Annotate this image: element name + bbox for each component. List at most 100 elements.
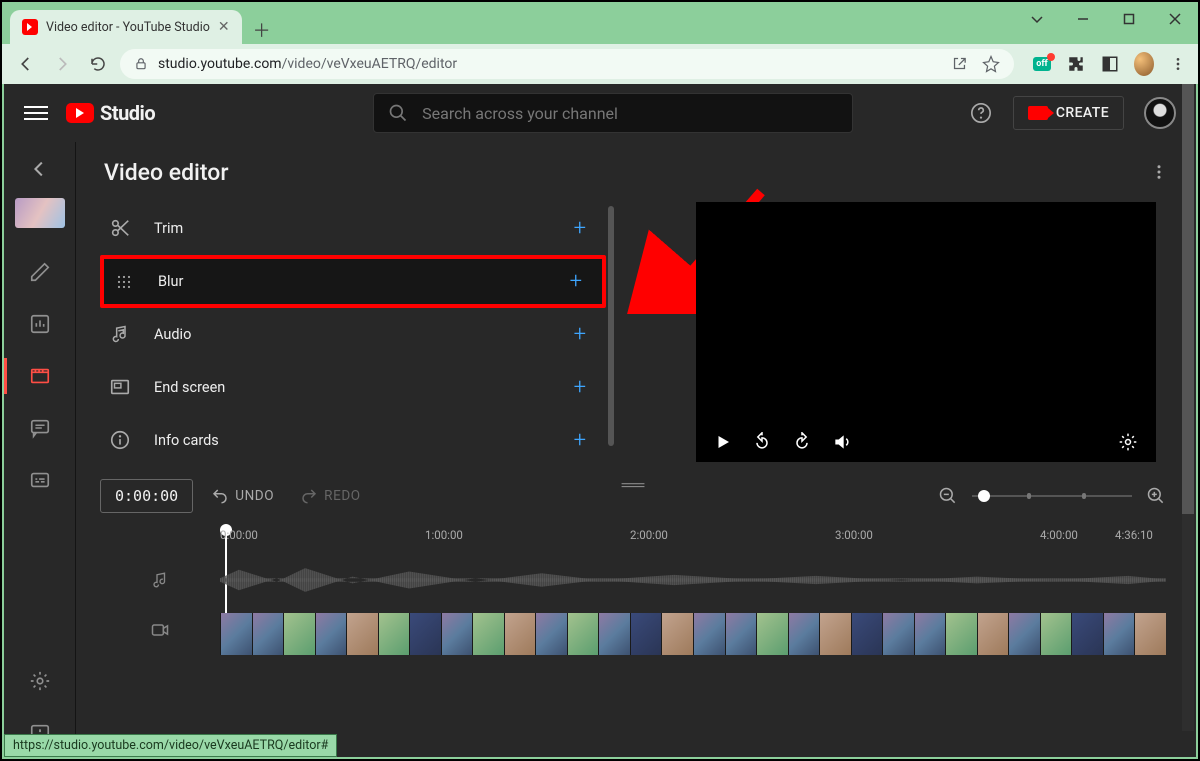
- rail-settings-icon[interactable]: [4, 657, 76, 705]
- rail-analytics-icon[interactable]: [4, 300, 76, 348]
- window-dropdown-icon[interactable]: [1014, 4, 1060, 34]
- video-clips: [220, 613, 1166, 647]
- music-note-icon: [108, 322, 132, 346]
- extension-off-icon[interactable]: off: [1032, 54, 1052, 74]
- tool-trim[interactable]: Trim +: [100, 202, 606, 255]
- forward-button[interactable]: [48, 50, 76, 78]
- add-audio-button[interactable]: +: [574, 322, 586, 347]
- blur-icon: [112, 270, 136, 294]
- redo-label: REDO: [324, 488, 361, 504]
- add-infocards-button[interactable]: +: [574, 428, 586, 453]
- back-to-channel-button[interactable]: [21, 150, 59, 188]
- ruler-tick: 2:00:00: [630, 528, 668, 542]
- undo-label: UNDO: [235, 488, 274, 504]
- app-header: Studio Search across your channel CREATE: [4, 84, 1196, 142]
- audio-track-icon: [100, 571, 220, 589]
- youtube-favicon-icon: [22, 19, 38, 35]
- tool-endscreen[interactable]: End screen +: [100, 361, 606, 414]
- ruler-tick: 4:36:10: [1115, 528, 1153, 542]
- zoom-slider[interactable]: [972, 495, 1132, 497]
- ruler-tick: 1:00:00: [425, 528, 463, 542]
- tool-infocards[interactable]: Info cards +: [100, 414, 606, 467]
- tool-label: Audio: [154, 326, 191, 343]
- extensions-puzzle-icon[interactable]: [1066, 54, 1086, 74]
- address-bar[interactable]: studio.youtube.com/video/veVxeuAETRQ/edi…: [120, 49, 1014, 79]
- reading-list-icon[interactable]: [1100, 54, 1120, 74]
- back-button[interactable]: [12, 50, 40, 78]
- undo-button[interactable]: UNDO: [203, 487, 282, 505]
- youtube-logo-icon: [66, 103, 94, 123]
- lock-icon: [134, 57, 148, 71]
- close-tab-icon[interactable]: ✕: [218, 20, 230, 34]
- bookmark-star-icon[interactable]: [982, 55, 1000, 73]
- rail-details-icon[interactable]: [4, 248, 76, 296]
- play-button[interactable]: [714, 433, 732, 451]
- player-controls: [696, 422, 1156, 462]
- video-track-icon: [100, 620, 220, 640]
- timeline-ruler[interactable]: 0:00:00 1:00:00 2:00:00 3:00:00 4:00:00 …: [220, 527, 1166, 555]
- window-maximize-button[interactable]: [1106, 4, 1152, 34]
- rail-comments-icon[interactable]: [4, 404, 76, 452]
- hamburger-menu-icon[interactable]: [24, 101, 48, 125]
- browser-toolbar: studio.youtube.com/video/veVxeuAETRQ/edi…: [2, 44, 1198, 84]
- audio-track[interactable]: [100, 559, 1166, 601]
- forward-10-button[interactable]: [792, 432, 812, 452]
- tool-list-scrollbar[interactable]: [608, 206, 614, 446]
- rail-subtitles-icon[interactable]: [4, 456, 76, 504]
- video-preview[interactable]: [696, 202, 1156, 462]
- share-icon[interactable]: [951, 55, 968, 73]
- current-time-display[interactable]: 0:00:00: [100, 479, 193, 513]
- panel-drag-handle-icon[interactable]: ══: [622, 475, 645, 495]
- info-icon: [108, 428, 132, 452]
- ruler-tick: 4:00:00: [1040, 528, 1078, 542]
- new-tab-button[interactable]: ＋: [248, 16, 276, 44]
- video-track[interactable]: [100, 605, 1166, 655]
- zoom-out-button[interactable]: [938, 486, 958, 506]
- page-title: Video editor: [104, 159, 228, 186]
- window-titlebar: Video editor - YouTube Studio ✕ ＋: [2, 2, 1198, 44]
- ruler-tick: 3:00:00: [835, 528, 873, 542]
- scissors-icon: [108, 216, 132, 240]
- browser-tab[interactable]: Video editor - YouTube Studio ✕: [10, 10, 242, 44]
- youtube-studio-app: Studio Search across your channel CREATE: [4, 84, 1196, 757]
- studio-logo[interactable]: Studio: [66, 101, 155, 125]
- tool-label: Blur: [158, 273, 183, 290]
- help-icon[interactable]: [969, 101, 993, 125]
- player-settings-button[interactable]: [1118, 432, 1138, 452]
- timeline: 0:00:00 UNDO REDO ══: [76, 467, 1196, 655]
- rewind-10-button[interactable]: [752, 432, 772, 452]
- redo-button[interactable]: REDO: [292, 487, 369, 505]
- zoom-in-button[interactable]: [1146, 486, 1166, 506]
- window-minimize-button[interactable]: [1060, 4, 1106, 34]
- reload-button[interactable]: [84, 50, 112, 78]
- create-button[interactable]: CREATE: [1013, 96, 1124, 130]
- url-path: /video/veVxeuAETRQ/editor: [282, 56, 458, 72]
- search-input[interactable]: Search across your channel: [373, 93, 853, 133]
- tab-title: Video editor - YouTube Studio: [46, 20, 210, 35]
- window-close-button[interactable]: [1152, 4, 1198, 34]
- logo-text: Studio: [100, 101, 155, 125]
- rail-editor-icon[interactable]: [4, 352, 76, 400]
- page-more-menu-icon[interactable]: [1150, 163, 1168, 181]
- search-icon: [388, 103, 408, 123]
- add-trim-button[interactable]: +: [574, 216, 586, 241]
- tool-label: Trim: [154, 220, 183, 237]
- create-video-icon: [1028, 106, 1048, 120]
- ruler-tick: 0:00:00: [220, 528, 258, 542]
- status-bar-link: https://studio.youtube.com/video/veVxeuA…: [4, 734, 337, 757]
- tool-blur[interactable]: Blur +: [100, 255, 606, 308]
- profile-avatar[interactable]: [1134, 54, 1154, 74]
- tool-audio[interactable]: Audio +: [100, 308, 606, 361]
- add-endscreen-button[interactable]: +: [574, 375, 586, 400]
- url-host: studio.youtube.com: [158, 56, 282, 72]
- endscreen-icon: [108, 375, 132, 399]
- editor-content: Video editor Trim + Bl: [76, 142, 1196, 757]
- chrome-menu-icon[interactable]: [1168, 54, 1188, 74]
- tool-list: Trim + Blur + Audio +: [76, 202, 606, 467]
- video-thumbnail[interactable]: [15, 198, 65, 228]
- left-rail: [4, 142, 76, 757]
- search-placeholder: Search across your channel: [422, 104, 618, 123]
- add-blur-button[interactable]: +: [570, 269, 582, 294]
- volume-button[interactable]: [832, 432, 852, 452]
- account-avatar[interactable]: [1144, 97, 1176, 129]
